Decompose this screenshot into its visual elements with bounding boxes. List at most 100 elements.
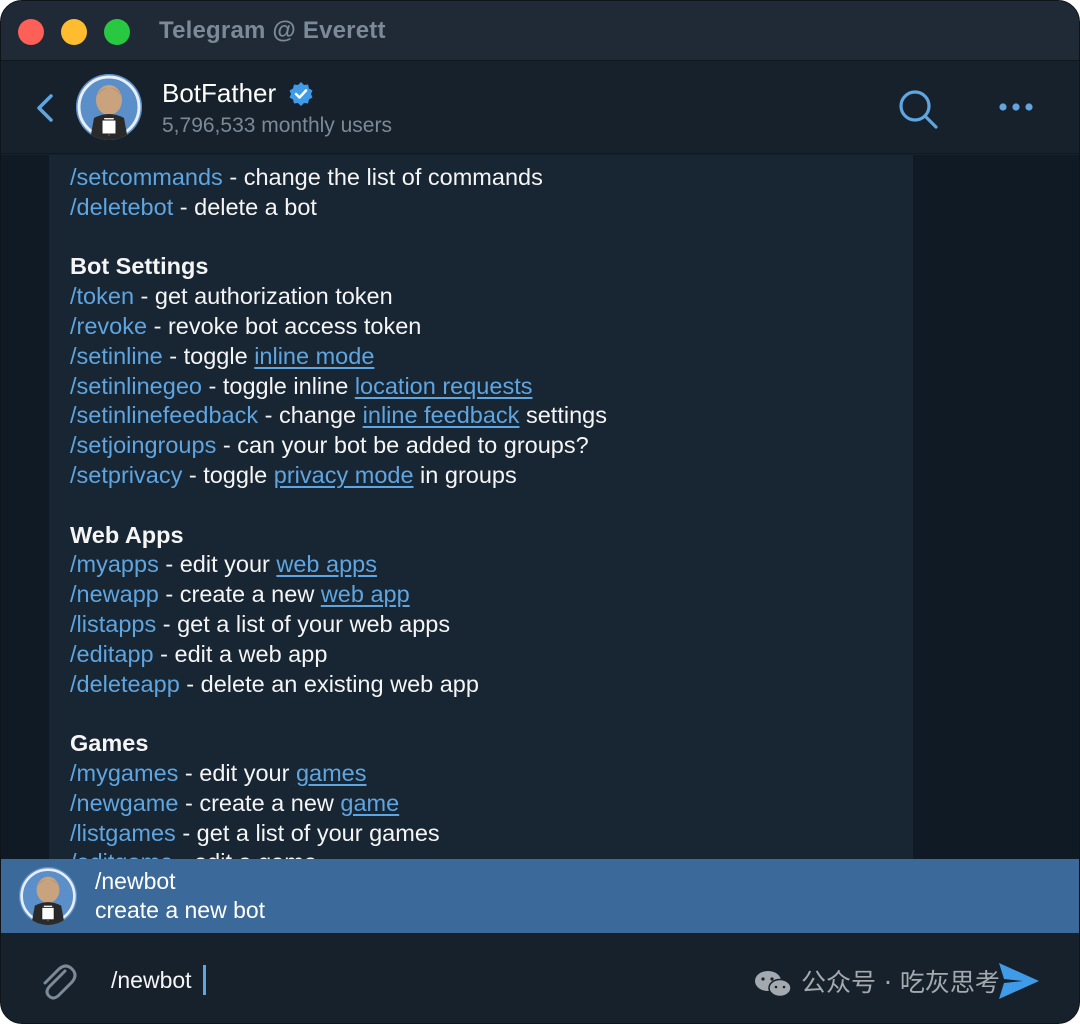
message-line: /newgame - create a new game <box>70 789 913 819</box>
message-text: - change <box>258 402 363 429</box>
botfather-avatar-image <box>19 867 77 925</box>
message-text: - toggle <box>182 461 274 488</box>
text-link[interactable]: privacy mode <box>274 462 414 488</box>
bot-command-link[interactable]: /setinline <box>70 343 163 369</box>
message-text: - delete an existing web app <box>179 670 479 697</box>
message-text: settings <box>519 402 607 429</box>
chevron-left-icon[interactable] <box>33 92 57 124</box>
suggestion-avatar <box>19 867 77 925</box>
avatar[interactable] <box>76 74 142 140</box>
message-line: /deletebot - delete a bot <box>70 193 913 223</box>
search-icon[interactable] <box>897 88 939 130</box>
chat-subtitle: 5,796,533 monthly users <box>162 114 392 137</box>
message-text: - create a new <box>158 581 321 608</box>
more-dots-icon[interactable] <box>997 100 1037 114</box>
bot-command-link[interactable]: /setjoingroups <box>70 432 216 458</box>
bot-command-link[interactable]: /editgame <box>70 849 173 859</box>
maximize-window-button[interactable] <box>104 19 130 45</box>
paperclip-icon[interactable] <box>35 959 79 1003</box>
message-line: /listapps - get a list of your web apps <box>70 610 913 640</box>
text-link[interactable]: location requests <box>355 373 533 399</box>
message-text: - create a new <box>178 789 341 816</box>
bot-command-link[interactable]: /editapp <box>70 641 154 667</box>
message-line: /setinlinefeedback - change inline feedb… <box>70 401 913 431</box>
chat-title: BotFather <box>162 78 277 108</box>
suggestion-command: /newbot <box>95 868 176 894</box>
message-text: - toggle inline <box>201 372 355 399</box>
suggestion-description: create a new bot <box>95 897 266 923</box>
message-line: /revoke - revoke bot access token <box>70 312 913 342</box>
telegram-window: Telegram @ Everett BotFather 5,796,533 m… <box>0 0 1080 1024</box>
command-suggestion[interactable]: /newbot create a new bot <box>1 859 1079 933</box>
message-line: /setcommands - change the list of comman… <box>70 163 913 193</box>
message-input[interactable] <box>111 963 711 997</box>
verified-badge-icon <box>289 82 313 106</box>
bot-command-link[interactable]: /newgame <box>70 790 178 816</box>
message-line: /mygames - edit your games <box>70 759 913 789</box>
message-line: /token - get authorization token <box>70 282 913 312</box>
bot-command-link[interactable]: /listapps <box>70 611 156 637</box>
text-caret <box>203 965 206 995</box>
bot-command-link[interactable]: /revoke <box>70 313 147 339</box>
text-link[interactable]: inline feedback <box>363 402 520 428</box>
message-text: - delete a bot <box>173 193 317 220</box>
message-composer: 公众号 · 吃灰思考 <box>1 933 1079 1023</box>
text-link[interactable]: game <box>340 790 399 816</box>
bot-command-link[interactable]: /setinlinegeo <box>70 373 202 399</box>
message-line: /editapp - edit a web app <box>70 640 913 670</box>
bot-command-link[interactable]: /deleteapp <box>70 671 180 697</box>
wechat-icon <box>755 971 792 998</box>
bot-command-link[interactable]: /token <box>70 283 134 309</box>
text-link[interactable]: web apps <box>276 551 377 577</box>
bot-command-link[interactable]: /setcommands <box>70 164 223 190</box>
message-text: - get authorization token <box>134 283 393 310</box>
bot-command-link[interactable]: /setinlinefeedback <box>70 402 258 428</box>
message-line <box>70 699 913 729</box>
bot-command-link[interactable]: /mygames <box>70 760 178 786</box>
watermark: 公众号 · 吃灰思考 <box>753 963 1000 999</box>
text-link[interactable]: inline mode <box>254 343 374 369</box>
minimize-window-button[interactable] <box>61 19 87 45</box>
message-line: Web Apps <box>70 521 913 551</box>
message-line: /deleteapp - delete an existing web app <box>70 670 913 700</box>
message-line: /setprivacy - toggle privacy mode in gro… <box>70 461 913 491</box>
message-line: /editgame - edit a game <box>70 848 913 859</box>
message-text: in groups <box>413 461 517 488</box>
botfather-avatar-image <box>76 74 142 140</box>
message-text: - edit a game <box>173 849 317 859</box>
message-line: Bot Settings <box>70 252 913 282</box>
chat-history[interactable]: /setcommands - change the list of comman… <box>1 155 1079 859</box>
bot-command-link[interactable]: /setprivacy <box>70 462 182 488</box>
message-text: - toggle <box>162 342 255 369</box>
message-line: /myapps - edit your web apps <box>70 550 913 580</box>
section-heading: Web Apps <box>70 521 184 548</box>
text-link[interactable]: web app <box>321 581 410 607</box>
message-text: - edit a web app <box>153 640 328 667</box>
bot-command-link[interactable]: /listgames <box>70 820 176 846</box>
title-bar: Telegram @ Everett <box>1 1 1079 61</box>
text-link[interactable]: games <box>296 760 367 786</box>
send-icon[interactable] <box>997 961 1041 1001</box>
section-heading: Bot Settings <box>70 253 209 280</box>
message-line: /setinlinegeo - toggle inline location r… <box>70 372 913 402</box>
section-heading: Games <box>70 730 149 757</box>
message-text: - revoke bot access token <box>147 312 422 339</box>
bot-command-link[interactable]: /newapp <box>70 581 159 607</box>
bot-command-link[interactable]: /myapps <box>70 551 159 577</box>
message-line: /listgames - get a list of your games <box>70 819 913 849</box>
message-line: Games <box>70 729 913 759</box>
message-text: - edit your <box>158 551 277 578</box>
chat-header: BotFather 5,796,533 monthly users <box>1 62 1079 154</box>
message-line: /setjoingroups - can your bot be added t… <box>70 431 913 461</box>
watermark-text: 公众号 · 吃灰思考 <box>801 968 1000 997</box>
message-text: - edit your <box>178 759 296 786</box>
message-text: - can your bot be added to groups? <box>216 432 589 459</box>
message-line: /newapp - create a new web app <box>70 580 913 610</box>
close-window-button[interactable] <box>18 19 44 45</box>
message-line <box>70 491 913 521</box>
message-line <box>70 223 913 253</box>
message-text: - get a list of your games <box>175 819 440 846</box>
message-text: - get a list of your web apps <box>156 610 451 637</box>
bot-command-link[interactable]: /deletebot <box>70 194 173 220</box>
message-bubble: /setcommands - change the list of comman… <box>49 155 913 859</box>
